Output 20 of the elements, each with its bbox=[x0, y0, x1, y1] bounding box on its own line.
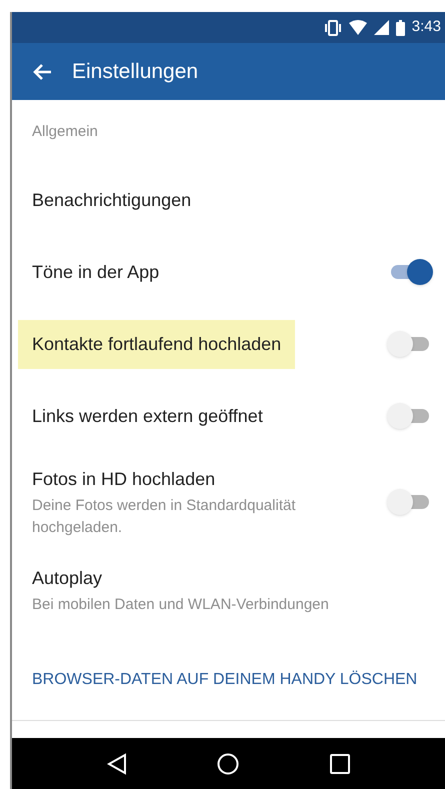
battery-icon bbox=[396, 20, 405, 36]
setting-description: Deine Fotos werden in Standardqualität hochgeladen. bbox=[31, 496, 296, 538]
setting-label[interactable]: Kontakte fortlaufend hochladen bbox=[18, 320, 296, 368]
back-arrow-icon[interactable] bbox=[32, 62, 52, 80]
setting-label[interactable]: Links werden extern geöffnet bbox=[18, 400, 277, 432]
setting-description: Bei mobilen Daten und WLAN-Verbindungen bbox=[31, 595, 330, 615]
back-icon[interactable] bbox=[107, 752, 128, 774]
recents-icon[interactable] bbox=[330, 754, 350, 774]
screen-title: Einstellungen bbox=[72, 58, 198, 85]
clock: 3:43 bbox=[412, 17, 441, 38]
clear-browser-data-link[interactable]: BROWSER-DATEN AUF DEINEM HANDY LÖSCHEN bbox=[32, 671, 418, 688]
wifi-icon bbox=[348, 20, 367, 35]
setting-label[interactable]: Benachrichtigungen bbox=[18, 184, 206, 216]
vibrate-icon bbox=[324, 20, 342, 36]
setting-label[interactable]: Fotos in HD hochladen bbox=[18, 464, 368, 495]
section-header: Allgemein bbox=[32, 123, 98, 140]
setting-label[interactable]: Autoplay bbox=[18, 563, 343, 594]
home-icon[interactable] bbox=[217, 752, 240, 774]
signal-icon bbox=[374, 20, 389, 35]
setting-label[interactable]: Töne in der App bbox=[18, 256, 174, 288]
